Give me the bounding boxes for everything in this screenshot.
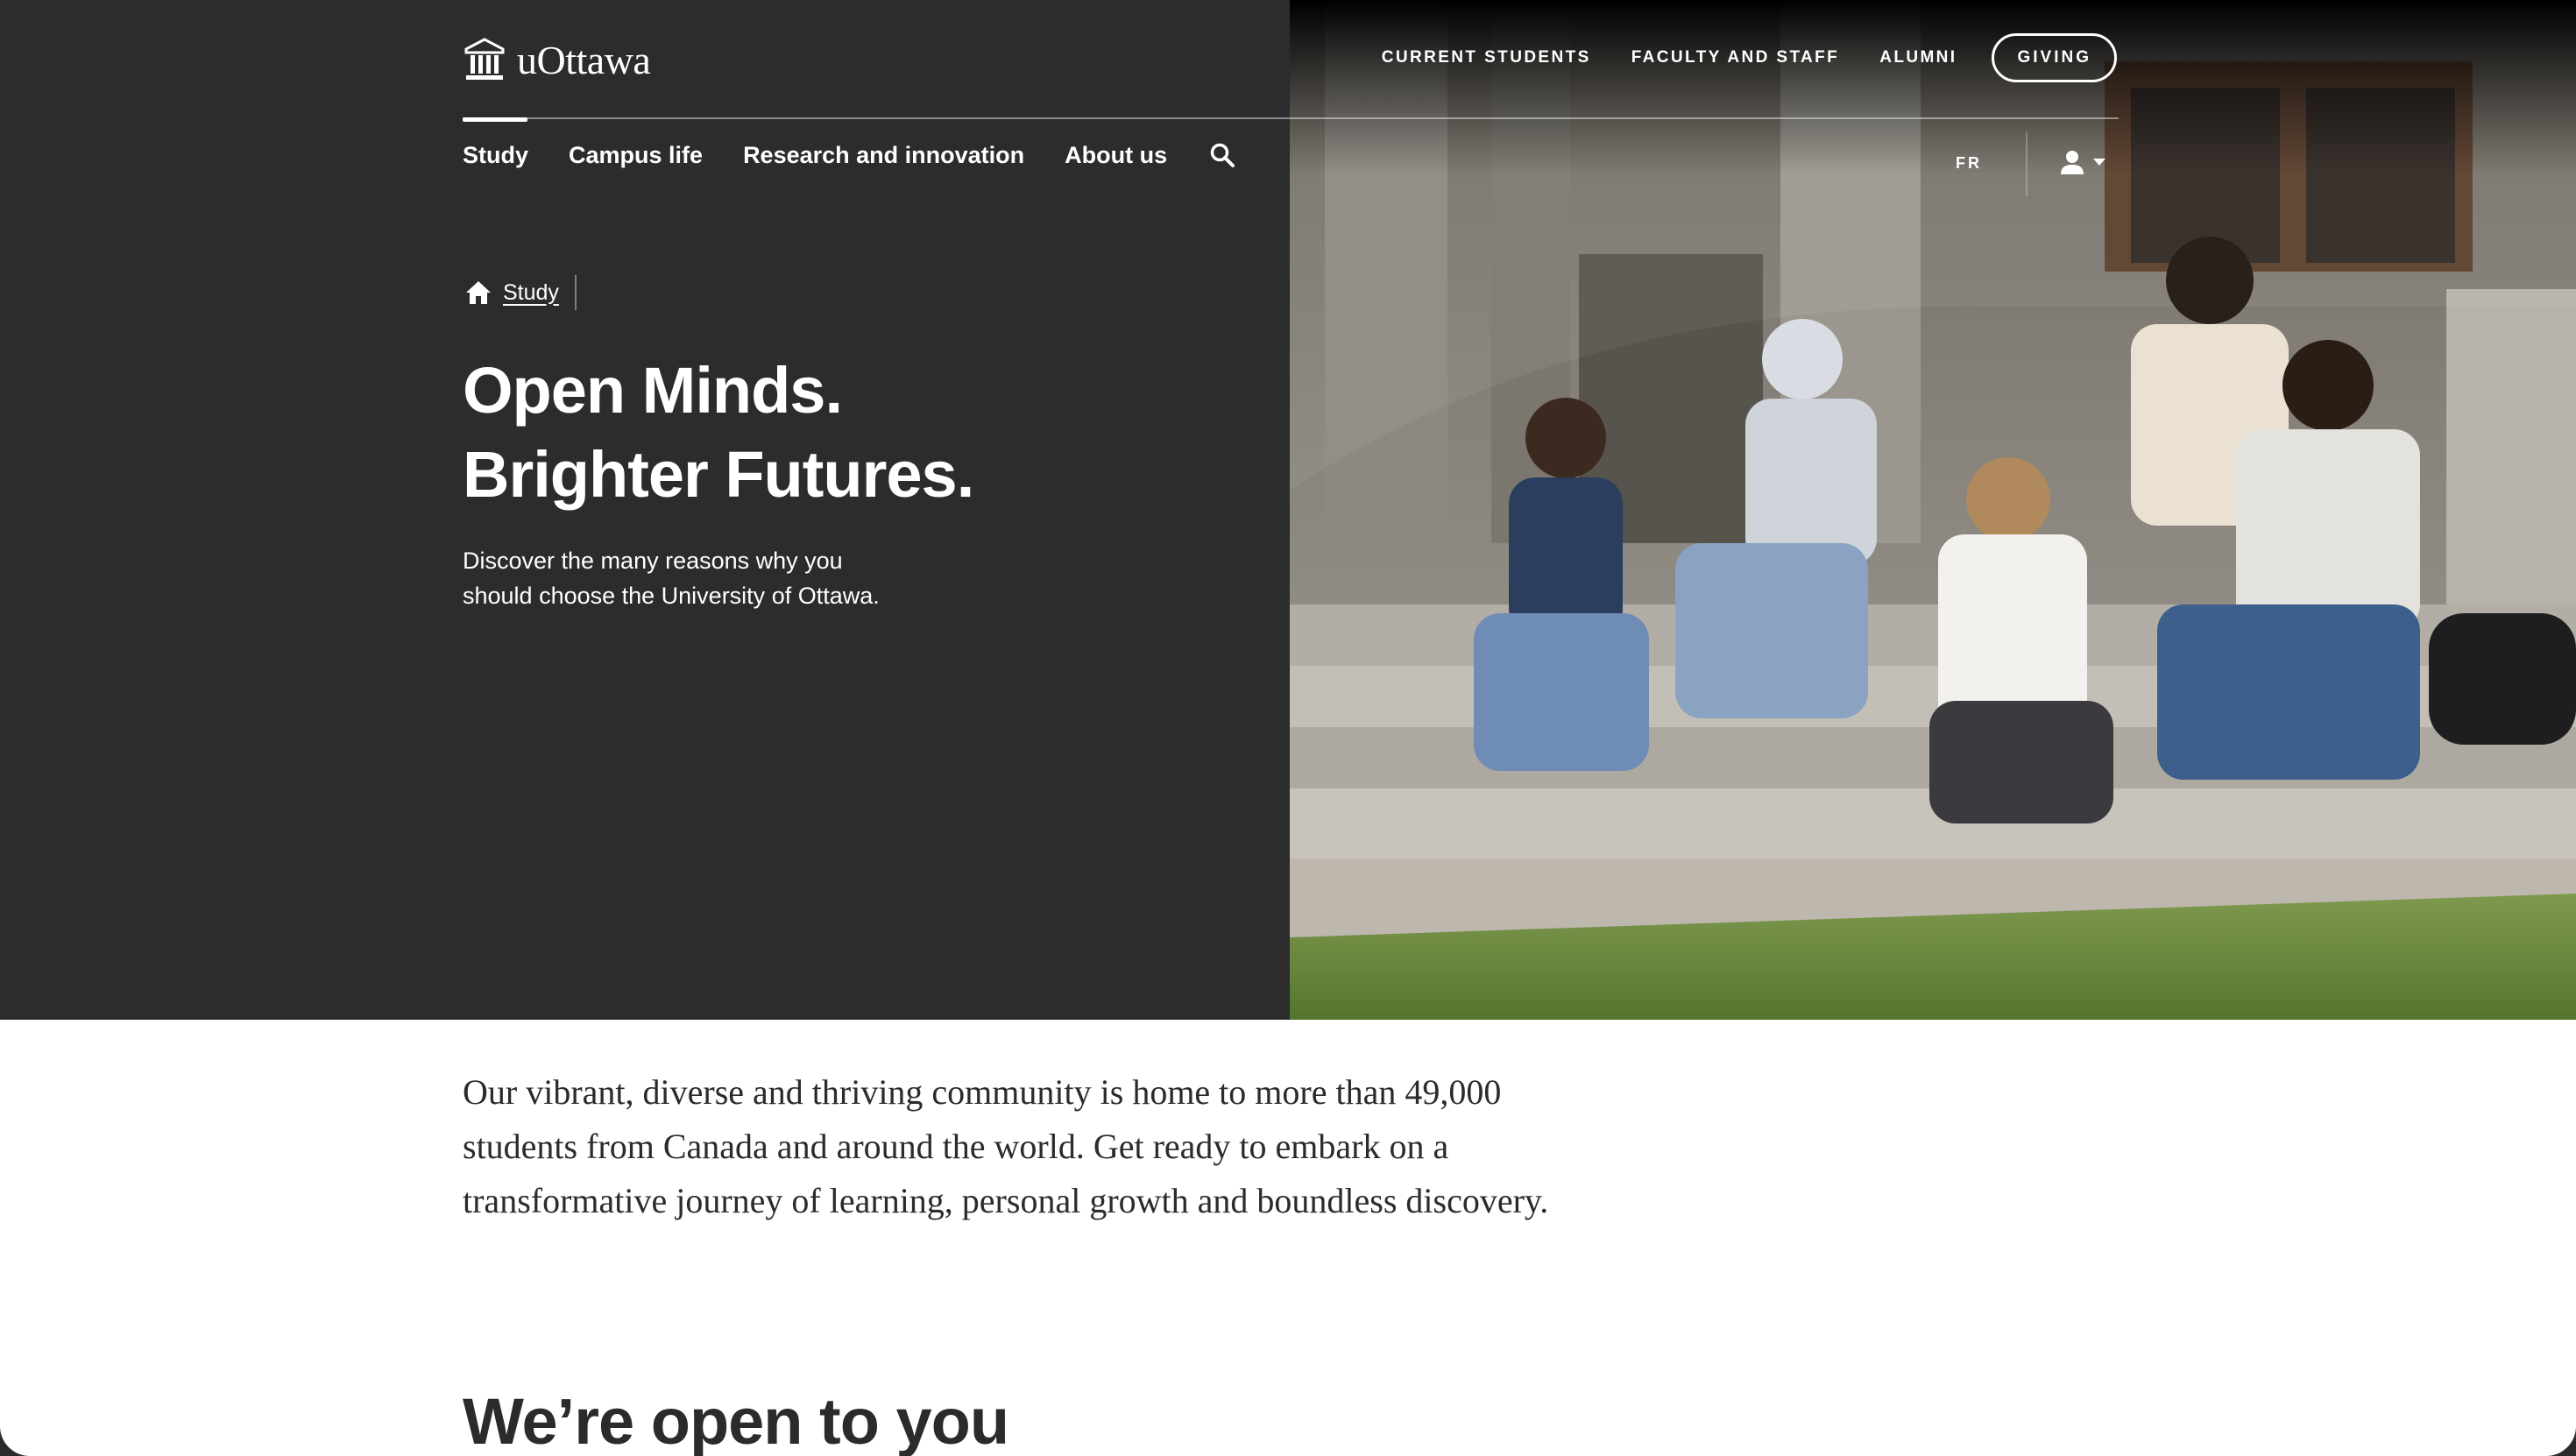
header-overlay (1290, 0, 2576, 175)
hero-title-line-2: Brighter Futures. (463, 438, 974, 511)
language-toggle[interactable]: FR (1956, 154, 1982, 173)
nav-study[interactable]: Study (463, 142, 528, 169)
breadcrumb-separator (574, 275, 577, 310)
search-icon (1210, 143, 1235, 167)
giving-button[interactable]: GIVING (1992, 33, 2117, 82)
util-link-faculty-and-staff[interactable]: FACULTY AND STAFF (1631, 48, 1839, 67)
utility-nav: CURRENT STUDENTS FACULTY AND STAFF ALUMN… (1382, 33, 2117, 82)
nav-about-us[interactable]: About us (1065, 142, 1167, 169)
home-icon[interactable] (464, 279, 492, 306)
util-link-alumni[interactable]: ALUMNI (1879, 48, 1957, 67)
account-menu-button[interactable] (2059, 149, 2106, 175)
section-heading: We’re open to you (463, 1385, 1009, 1456)
hero-subtitle: Discover the many reasons why you should… (463, 543, 953, 613)
hero-subtitle-line-1: Discover the many reasons why you (463, 548, 843, 574)
hero-subtitle-line-2: should choose the University of Ottawa. (463, 583, 880, 609)
breadcrumb: Study (464, 275, 577, 310)
util-link-current-students[interactable]: CURRENT STUDENTS (1382, 48, 1591, 67)
search-button[interactable] (1207, 140, 1237, 170)
hero-title: Open Minds. Brighter Futures. (463, 349, 1251, 517)
header-divider (463, 117, 2119, 119)
breadcrumb-current[interactable]: Study (503, 280, 559, 306)
active-nav-indicator (463, 117, 527, 122)
page: uOttawa CURRENT STUDENTS FACULTY AND STA… (0, 0, 2576, 1456)
caret-down-icon (2093, 159, 2105, 166)
nav-research-and-innovation[interactable]: Research and innovation (743, 142, 1024, 169)
uottawa-logo[interactable]: uOttawa (463, 33, 651, 86)
header-vertical-divider (2026, 131, 2028, 196)
university-building-icon (464, 38, 505, 80)
main-nav: Study Campus life Research and innovatio… (463, 140, 1237, 170)
intro-paragraph: Our vibrant, diverse and thriving commun… (463, 1072, 1549, 1220)
logo-wordmark: uOttawa (517, 37, 651, 82)
hero-title-line-1: Open Minds. (463, 354, 843, 427)
nav-campus-life[interactable]: Campus life (569, 142, 703, 169)
user-icon (2061, 151, 2084, 174)
